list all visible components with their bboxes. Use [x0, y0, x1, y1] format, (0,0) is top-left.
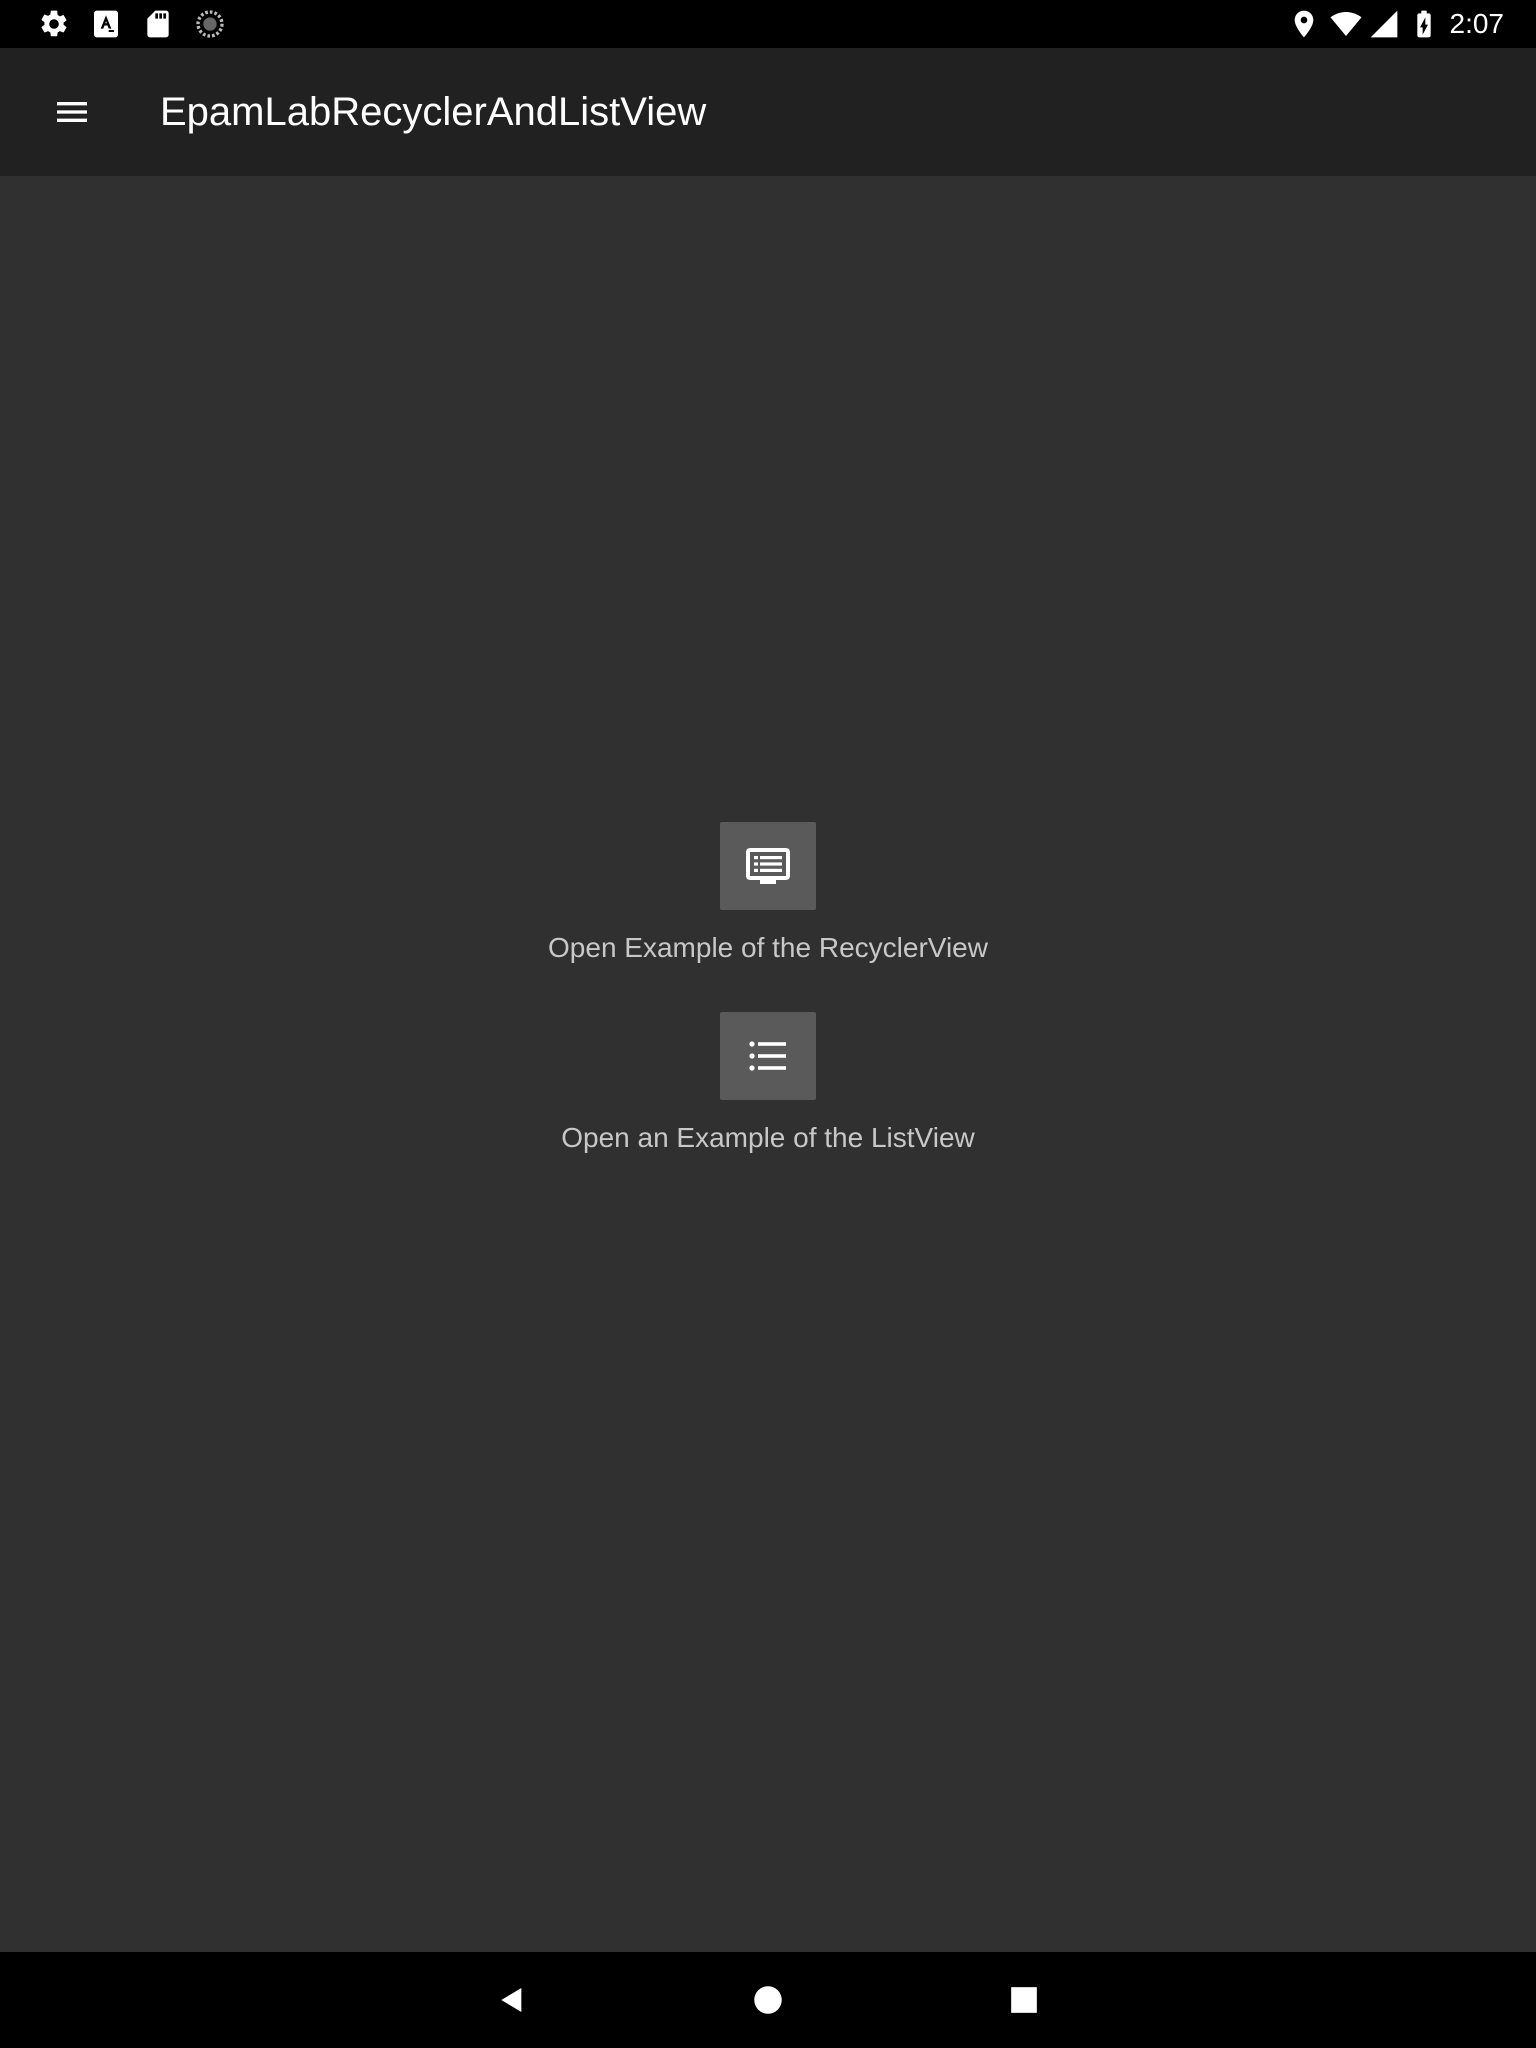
recents-button[interactable] — [1000, 1976, 1048, 2024]
recents-icon — [1011, 1987, 1037, 2013]
recycler-view-label[interactable]: Open Example of the RecyclerView — [548, 932, 988, 964]
back-icon — [501, 1988, 522, 2012]
sync-progress-icon — [196, 10, 224, 38]
recycler-view-icon — [746, 848, 790, 884]
settings-icon — [41, 10, 67, 37]
status-bar: 2:07 — [0, 0, 1536, 48]
signal-icon — [1370, 10, 1398, 38]
navigation-bar — [0, 1952, 1536, 2048]
app-bar: EpamLabRecyclerAndListView — [0, 48, 1536, 176]
battery-charging-icon — [1417, 10, 1431, 38]
app-title: EpamLabRecyclerAndListView — [160, 90, 707, 134]
hamburger-menu-icon — [57, 102, 87, 122]
home-button[interactable] — [744, 1976, 792, 2024]
back-button[interactable] — [488, 1976, 536, 2024]
status-time: 2:07 — [1449, 8, 1505, 39]
home-icon — [754, 1986, 782, 2014]
menu-button[interactable] — [32, 72, 112, 152]
list-view-label[interactable]: Open an Example of the ListView — [561, 1122, 975, 1154]
open-list-view-button[interactable] — [720, 1012, 816, 1100]
wifi-icon — [1330, 12, 1362, 36]
list-view-icon — [749, 1041, 786, 1071]
open-recycler-view-button[interactable] — [720, 822, 816, 910]
sd-card-icon — [147, 10, 169, 38]
list-view-action: Open an Example of the ListView — [0, 1012, 1536, 1154]
main-content: Open Example of the RecyclerView Open an… — [0, 176, 1536, 1952]
location-icon — [1294, 10, 1314, 38]
text-a-icon — [94, 10, 118, 38]
recycler-view-action: Open Example of the RecyclerView — [0, 822, 1536, 964]
